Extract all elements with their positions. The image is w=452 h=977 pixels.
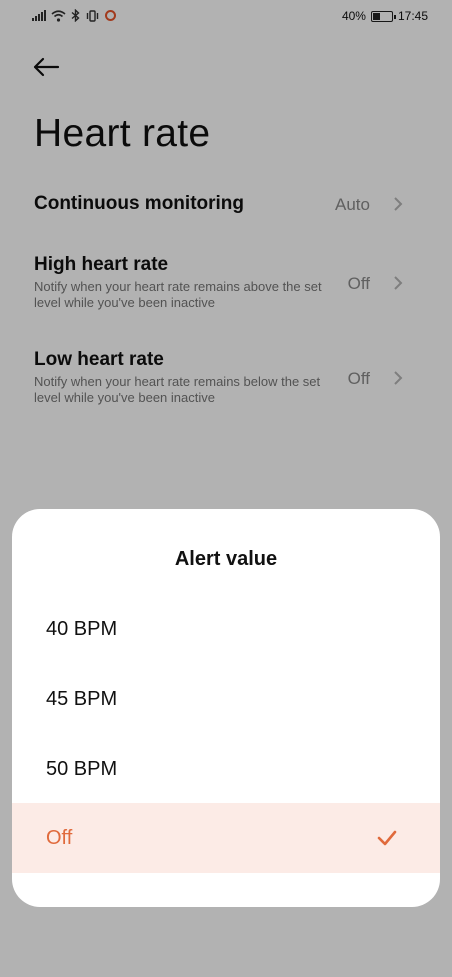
option-label: Off [46, 826, 73, 849]
option-50-bpm[interactable]: 50 BPM [12, 734, 440, 804]
checkmark-icon [377, 830, 397, 846]
sheet-title: Alert value [174, 548, 278, 570]
option-40-bpm[interactable]: 40 BPM [12, 594, 440, 664]
option-off[interactable]: Off [12, 803, 440, 873]
option-label: 50 BPM [46, 757, 118, 780]
screen: 40% 17:45 Heart rate Continuous monitori… [0, 0, 452, 977]
alert-value-sheet: Alert value 40 BPM 45 BPM 50 BPM Off [12, 509, 440, 907]
option-45-bpm[interactable]: 45 BPM [12, 664, 440, 734]
option-label: 40 BPM [46, 617, 118, 640]
option-label: 45 BPM [46, 687, 118, 710]
